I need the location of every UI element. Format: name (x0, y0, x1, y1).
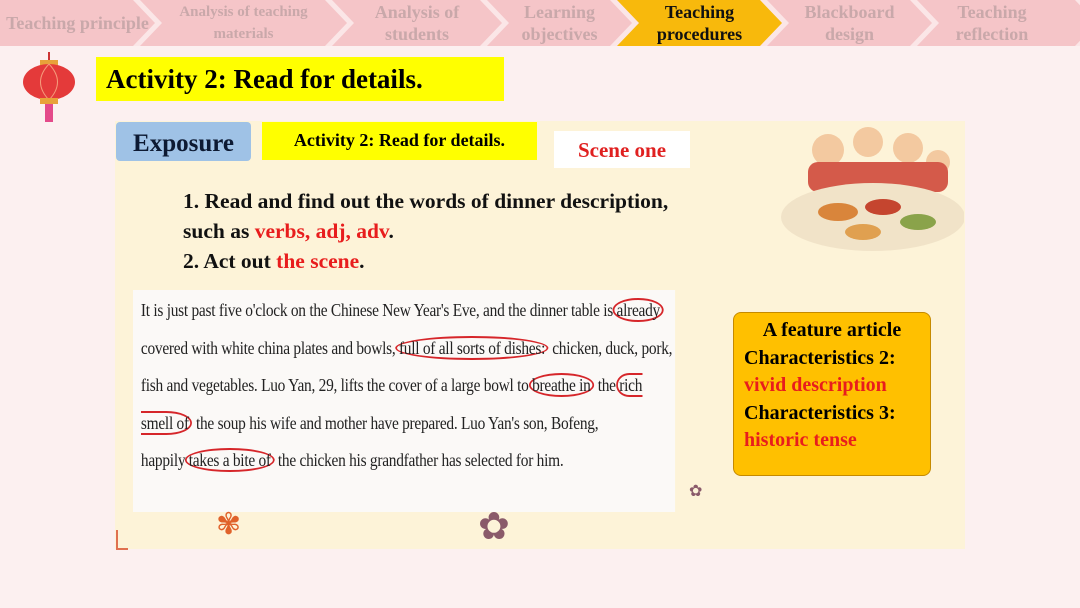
characteristic-3-value: historic tense (744, 429, 857, 451)
nav-step-label: Analysis of students (374, 2, 460, 44)
nav-step-teaching-procedures[interactable]: Teaching procedures (617, 0, 782, 46)
nav-step-analysis-materials[interactable]: Analysis of teaching materials (140, 0, 347, 46)
passage-text: It is just past five o'clock on the Chin… (140, 300, 613, 320)
flower-icon: ✿ (689, 483, 703, 500)
circled-phrase: full of all sorts of dishes: (395, 335, 549, 360)
instruction-1-cont: such as verbs, adj, adv. (183, 216, 668, 246)
passage-text: the chicken his grandfather has selected… (274, 450, 564, 470)
instructions: 1. Read and find out the words of dinner… (183, 186, 668, 276)
circled-phrase: takes a bite of (185, 448, 275, 472)
nav-step-blackboard-design[interactable]: Blackboard design (767, 0, 932, 46)
circled-phrase: already (612, 298, 664, 322)
feature-heading: A feature article (762, 319, 902, 341)
lantern-icon (23, 52, 75, 122)
nav-step-label: Teaching procedures (656, 2, 743, 44)
nav-step-label: Learning objectives (521, 2, 598, 44)
exposure-label: Exposure (116, 122, 251, 161)
flower-icon: ✾ (216, 508, 242, 541)
passage-text: the (594, 375, 616, 395)
instruction-1: 1. Read and find out the words of dinner… (183, 189, 669, 213)
nav-step-label: Teaching reflection (955, 2, 1029, 44)
text: such as (183, 219, 255, 243)
text: . (359, 249, 365, 273)
characteristic-2-label: Characteristics 2: (744, 346, 896, 369)
characteristic-3-label: Characteristics 3: (744, 401, 896, 424)
activity-label: Activity 2: Read for details. (262, 122, 537, 160)
scene-label: Scene one (554, 131, 690, 168)
nav-step-learning-objectives[interactable]: Learning objectives (487, 0, 632, 46)
nav-step-teaching-principle[interactable]: Teaching principle (0, 0, 155, 46)
page-title: Activity 2: Read for details. (96, 57, 504, 101)
nav-step-analysis-students[interactable]: Analysis of students (332, 0, 502, 46)
feature-article-scroll: A feature article Characteristics 2: viv… (733, 312, 931, 476)
highlight-words: verbs, adj, adv (254, 219, 389, 243)
characteristic-2-value: vivid description (744, 374, 887, 396)
passage-text: covered with white china plates and bowl… (140, 337, 396, 358)
nav-step-label: Blackboard design (804, 2, 895, 44)
corner-mark (116, 530, 128, 550)
progress-nav: Teaching principle Analysis of teaching … (0, 0, 1080, 46)
circled-phrase: breathe in (528, 373, 595, 397)
nav-step-teaching-reflection[interactable]: Teaching reflection (917, 0, 1080, 46)
reading-passage: It is just past five o'clock on the Chin… (133, 290, 676, 512)
instruction-2: 2. Act out the scene. (183, 246, 668, 276)
highlight-words: the scene (276, 249, 360, 273)
family-dinner-illustration (781, 127, 964, 251)
nav-step-label: Analysis of teaching materials (179, 4, 308, 42)
flower-icon: ✿ (478, 506, 510, 548)
text: 2. Act out (183, 249, 277, 273)
text: . (388, 219, 394, 243)
